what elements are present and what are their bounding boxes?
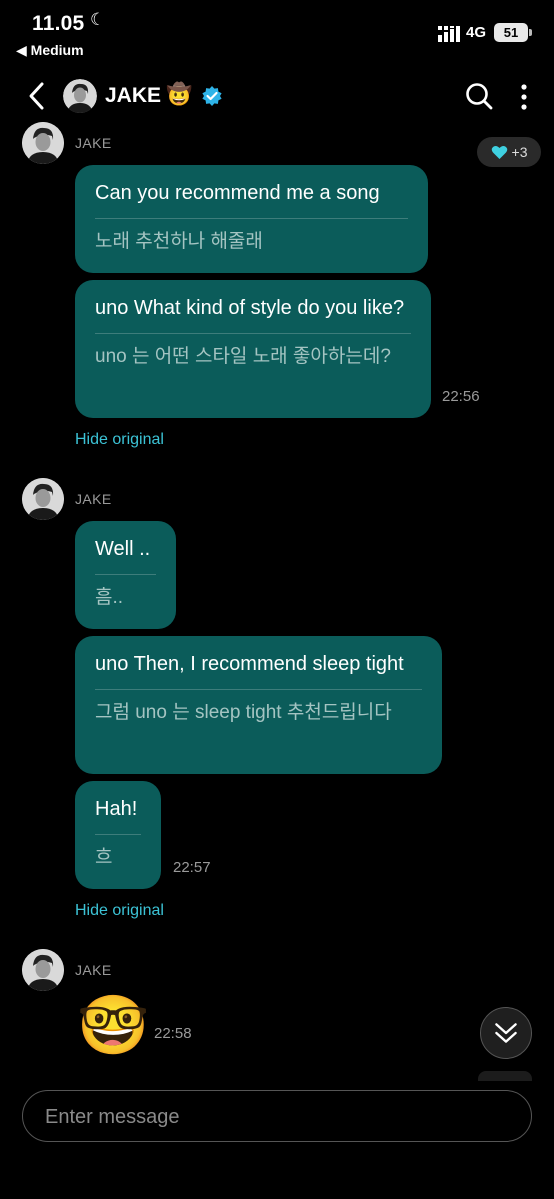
message-text: uno Then, I recommend sleep tight xyxy=(95,653,404,675)
message-bubble[interactable]: Well .. 흠.. xyxy=(75,521,176,629)
back-to-app-link[interactable]: ◀ Medium xyxy=(16,42,84,59)
message-composer[interactable] xyxy=(22,1090,532,1143)
back-chevron-icon[interactable] xyxy=(24,80,52,112)
message-bubble[interactable]: uno What kind of style do you like? uno … xyxy=(75,280,431,418)
message-translation: uno 는 어떤 스타일 노래 좋아하는데? xyxy=(95,346,391,367)
sender-avatar[interactable] xyxy=(22,949,64,991)
message-text: uno What kind of style do you like? xyxy=(95,297,405,319)
hide-original-link[interactable]: Hide original xyxy=(75,902,164,920)
chat-title: JAKE xyxy=(105,84,162,107)
message-translation: 노래 추천하나 해줄래 xyxy=(95,231,263,252)
message-input[interactable] xyxy=(43,1091,507,1143)
battery-indicator: 51 xyxy=(494,23,532,42)
partial-bubble xyxy=(478,1071,532,1081)
sender-avatar[interactable] xyxy=(22,478,64,520)
network-type: 4G xyxy=(466,24,487,41)
reaction-pill[interactable]: +3 xyxy=(477,137,541,167)
sender-avatar[interactable] xyxy=(22,122,64,164)
verified-badge-icon xyxy=(202,86,222,106)
reaction-count: +3 xyxy=(511,144,528,160)
header-avatar[interactable] xyxy=(63,79,97,113)
message-bubble[interactable]: Hah! 흐 xyxy=(75,781,161,889)
hide-original-link[interactable]: Hide original xyxy=(75,431,164,449)
message-text: Well .. xyxy=(95,538,151,560)
bubble-divider xyxy=(95,689,422,690)
more-options-icon[interactable] xyxy=(512,82,536,112)
sender-name: JAKE xyxy=(75,135,112,151)
message-translation: 그럼 uno 는 sleep tight 추천드립니다 xyxy=(95,702,392,723)
message-timestamp: 22:57 xyxy=(173,859,211,876)
message-bubble[interactable]: uno Then, I recommend sleep tight 그럼 uno… xyxy=(75,636,442,774)
bubble-divider xyxy=(95,834,141,835)
scroll-to-bottom-button[interactable] xyxy=(480,1007,532,1059)
bubble-divider xyxy=(95,218,408,219)
title-emoji: 🤠 xyxy=(166,83,193,106)
status-time: 11.05 xyxy=(32,12,85,35)
sender-name: JAKE xyxy=(75,491,112,507)
message-translation: 흐 xyxy=(95,847,113,868)
bubble-divider xyxy=(95,574,156,575)
message-translation: 흠.. xyxy=(95,587,124,608)
signal-icon xyxy=(438,26,460,42)
message-text: Can you recommend me a song xyxy=(95,182,380,204)
message-bubble[interactable]: Can you recommend me a song 노래 추천하나 해줄래 xyxy=(75,165,428,273)
message-timestamp: 22:56 xyxy=(442,388,480,405)
search-icon[interactable] xyxy=(464,81,494,111)
heart-icon xyxy=(491,145,507,159)
message-text: Hah! xyxy=(95,798,138,820)
emoji-message[interactable]: 🤓 xyxy=(77,994,149,1058)
moon-icon: ☾ xyxy=(90,10,106,29)
bubble-divider xyxy=(95,333,411,334)
message-timestamp: 22:58 xyxy=(154,1025,192,1042)
sender-name: JAKE xyxy=(75,962,112,978)
